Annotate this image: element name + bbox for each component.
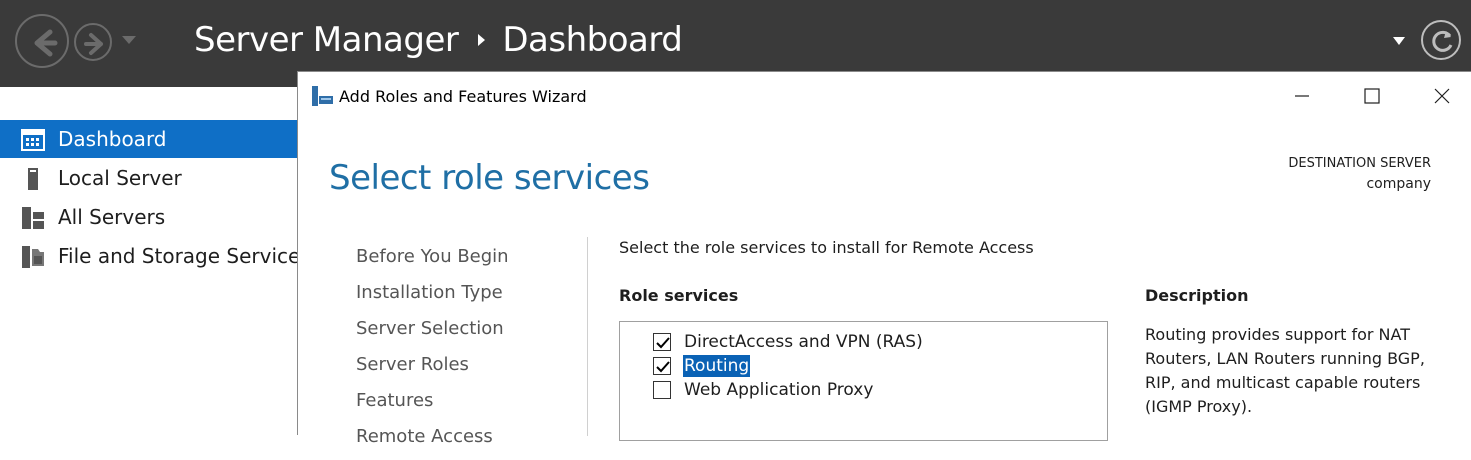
- destination-server-value: company: [1366, 176, 1431, 192]
- sidebar-item-label: Local Server: [58, 166, 182, 190]
- role-service-label[interactable]: DirectAccess and VPN (RAS): [683, 331, 924, 353]
- back-button[interactable]: [15, 14, 69, 68]
- step-installation-type[interactable]: Installation Type: [356, 280, 576, 316]
- description-header: Description: [1145, 286, 1249, 305]
- back-arrow-icon: [34, 29, 58, 57]
- role-services-list[interactable]: DirectAccess and VPN (RAS) Routing Web A…: [619, 321, 1108, 441]
- storage-icon: [22, 246, 44, 268]
- sidebar-item-label: All Servers: [58, 205, 166, 229]
- forward-arrow-icon: [84, 33, 103, 55]
- checkbox-web-application-proxy[interactable]: [653, 381, 671, 399]
- instruction-text: Select the role services to install for …: [619, 238, 1034, 257]
- close-icon[interactable]: [1428, 82, 1456, 110]
- sidebar: Dashboard Local Server All Servers File …: [0, 87, 311, 435]
- refresh-button[interactable]: [1421, 20, 1461, 60]
- app-title: Server Manager: [194, 20, 459, 60]
- sidebar-item-file-storage[interactable]: File and Storage Services: [0, 237, 311, 275]
- step-server-roles[interactable]: Server Roles: [356, 352, 576, 388]
- divider: [587, 237, 588, 436]
- page-heading: Select role services: [329, 158, 650, 198]
- forward-button[interactable]: [74, 23, 112, 61]
- servers-icon: [22, 207, 44, 229]
- refresh-icon: [1432, 30, 1453, 52]
- wizard-dialog: Add Roles and Features Wizard Select rol…: [297, 71, 1471, 447]
- checkmark-icon: [656, 337, 670, 349]
- step-features[interactable]: Features: [356, 388, 576, 424]
- role-service-label[interactable]: Web Application Proxy: [683, 379, 874, 401]
- history-dropdown-icon[interactable]: [121, 34, 137, 46]
- role-service-label[interactable]: Routing: [683, 355, 751, 377]
- server-icon: [28, 168, 38, 190]
- maximize-icon[interactable]: [1358, 82, 1386, 110]
- sidebar-item-dashboard[interactable]: Dashboard: [0, 120, 297, 158]
- step-server-selection[interactable]: Server Selection: [356, 316, 576, 352]
- menu-dropdown-icon[interactable]: [1392, 36, 1406, 46]
- checkbox-directaccess-vpn[interactable]: [653, 333, 671, 351]
- checkbox-routing[interactable]: [653, 357, 671, 375]
- dashboard-icon: [21, 129, 45, 151]
- sidebar-item-label: File and Storage Services: [58, 244, 311, 268]
- wizard-icon: [312, 86, 333, 106]
- step-remote-access[interactable]: Remote Access: [356, 424, 576, 460]
- sidebar-item-label: Dashboard: [58, 127, 167, 151]
- sidebar-item-local-server[interactable]: Local Server: [0, 159, 297, 197]
- dialog-title-bar: Add Roles and Features Wizard: [298, 72, 1471, 122]
- minimize-icon[interactable]: [1288, 82, 1316, 110]
- breadcrumb: Server Manager Dashboard: [194, 20, 683, 60]
- wizard-steps: Before You Begin Installation Type Serve…: [356, 244, 576, 460]
- step-before-you-begin[interactable]: Before You Begin: [356, 244, 576, 280]
- description-text: Routing provides support for NAT Routers…: [1145, 325, 1425, 416]
- destination-server-label: DESTINATION SERVER: [1288, 156, 1431, 171]
- role-services-header: Role services: [619, 286, 739, 305]
- checkmark-icon: [656, 361, 670, 373]
- page-title: Dashboard: [502, 20, 683, 60]
- sidebar-item-all-servers[interactable]: All Servers: [0, 198, 297, 236]
- dialog-title: Add Roles and Features Wizard: [339, 87, 587, 106]
- breadcrumb-separator-icon: [478, 34, 486, 46]
